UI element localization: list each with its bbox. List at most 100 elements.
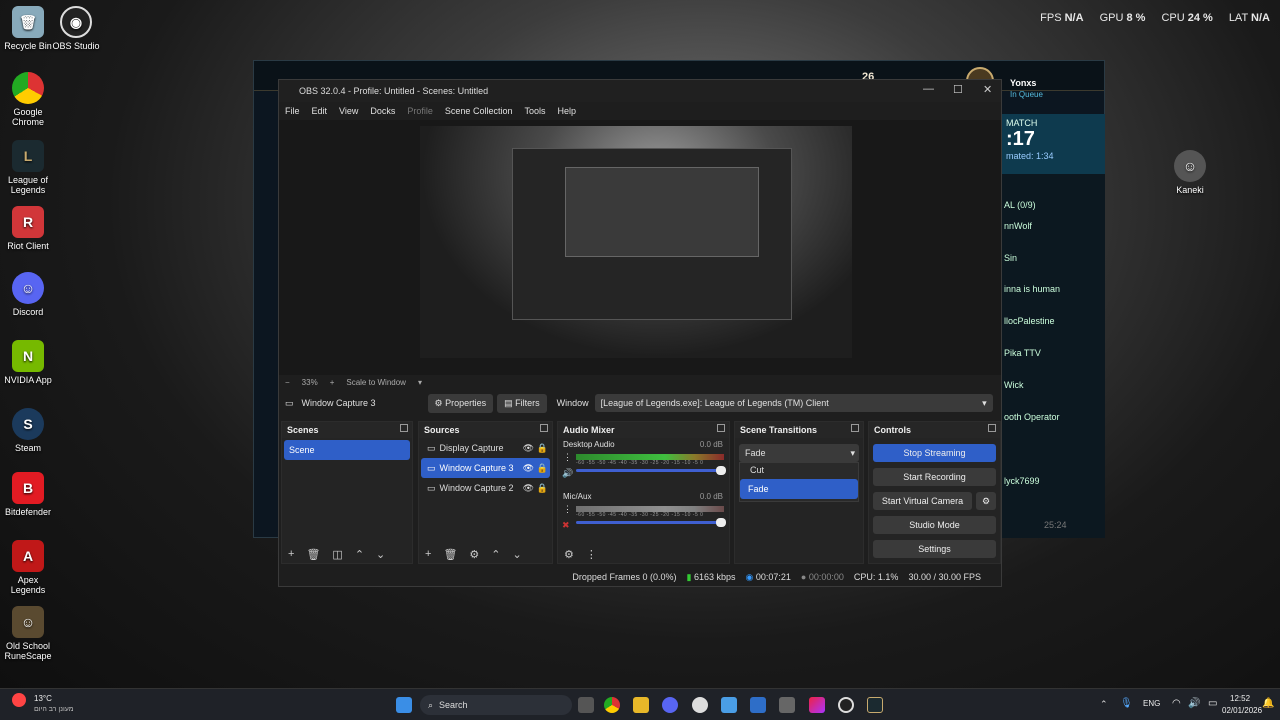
chevron-up-icon[interactable]: ⌃ [1100, 699, 1108, 710]
preview-area[interactable] [279, 120, 1001, 375]
speaker-icon[interactable]: 🔊 [562, 468, 573, 479]
friend-item[interactable]: Pika TTV [1004, 348, 1041, 358]
start-icon[interactable] [396, 697, 412, 713]
settings-button[interactable]: Settings [873, 540, 996, 558]
stop-streaming-button[interactable]: Stop Streaming [873, 444, 996, 462]
gear-icon[interactable]: ⚙ [469, 548, 479, 561]
desktop-icon-runescape[interactable]: ☺ Old School RuneScape [0, 606, 56, 661]
friend-item[interactable]: nnWolf [1004, 221, 1032, 231]
friend-item[interactable]: inna is human [1004, 284, 1060, 294]
studio-mode-button[interactable]: Studio Mode [873, 516, 996, 534]
scale-mode[interactable]: Scale to Window [346, 378, 406, 387]
menu-help[interactable]: Help [557, 106, 576, 116]
mic-icon[interactable]: 🎙 [1120, 698, 1133, 709]
transition-select[interactable]: Fade ▾ [739, 444, 859, 462]
source-item[interactable]: ▭ Display Capture 👁 🔒 [419, 438, 552, 458]
friend-item[interactable]: ooth Operator [1004, 412, 1060, 422]
menu-profile[interactable]: Profile [407, 106, 433, 116]
menu-docks[interactable]: Docks [370, 106, 395, 116]
desktop-icon-steam[interactable]: S Steam [0, 408, 56, 453]
muted-mic-icon[interactable]: ✖ [562, 520, 570, 531]
weather-icon[interactable] [12, 693, 26, 707]
eye-icon[interactable]: 👁 [523, 443, 534, 454]
undock-icon[interactable] [400, 424, 408, 432]
volume-icon[interactable]: 🔊 [1188, 698, 1200, 709]
zoom-in-icon[interactable]: + [330, 378, 335, 387]
source-item[interactable]: ▭ Window Capture 3 👁 🔒 [421, 458, 550, 478]
friend-item[interactable]: lyck7699 [1004, 476, 1040, 486]
add-icon[interactable]: + [425, 548, 431, 560]
eye-icon[interactable]: 👁 [523, 463, 534, 474]
menu-file[interactable]: File [285, 106, 300, 116]
volume-slider[interactable] [576, 518, 726, 527]
desktop-icon-riot[interactable]: R Riot Client [0, 206, 56, 251]
desktop-icon-chrome[interactable]: Google Chrome [0, 72, 56, 127]
league-taskbar-icon[interactable] [867, 697, 883, 713]
gear-icon[interactable]: ⚙ [976, 492, 996, 510]
down-icon[interactable]: ⌄ [513, 548, 522, 561]
undock-icon[interactable] [988, 424, 996, 432]
minimize-icon[interactable]: — [923, 83, 934, 95]
lock-icon[interactable]: 🔒 [537, 443, 548, 454]
desktop-icon-league[interactable]: L League of Legends [0, 140, 56, 195]
battery-icon[interactable]: ▭ [1208, 698, 1217, 709]
chatgpt-icon[interactable] [692, 697, 708, 713]
kebab-icon[interactable]: ⋮ [563, 504, 572, 515]
volume-slider[interactable] [576, 466, 726, 475]
chrome-taskbar-icon[interactable] [604, 697, 620, 713]
undock-icon[interactable] [851, 424, 859, 432]
filters-button[interactable]: ▤ Filters [497, 393, 547, 413]
copilot-icon[interactable] [809, 697, 825, 713]
up-icon[interactable]: ⌃ [355, 548, 364, 561]
notification-icon[interactable]: 🔔 [1262, 698, 1274, 709]
filter-icon[interactable]: ◫ [332, 548, 342, 561]
transition-option[interactable]: Cut [740, 463, 858, 477]
obs-titlebar[interactable]: OBS 32.0.4 - Profile: Untitled - Scenes:… [279, 80, 1001, 102]
desktop-icon-nvidia[interactable]: N NVIDIA App [0, 340, 56, 385]
up-icon[interactable]: ⌃ [491, 548, 500, 561]
desktop-icon-discord[interactable]: ☺ Discord [0, 272, 56, 317]
start-recording-button[interactable]: Start Recording [873, 468, 996, 486]
menu-view[interactable]: View [339, 106, 358, 116]
desktop-icon-kaneki[interactable]: ☺ Kaneki [1162, 150, 1218, 195]
trash-icon[interactable]: 🗑 [443, 548, 457, 561]
source-item[interactable]: ▭ Window Capture 2 👁 🔒 [419, 478, 552, 498]
desktop-icon-obs[interactable]: ◉ OBS Studio [48, 6, 104, 51]
undock-icon[interactable] [540, 424, 548, 432]
eye-icon[interactable]: 👁 [523, 483, 534, 494]
close-icon[interactable]: ✕ [983, 83, 992, 96]
task-view-icon[interactable] [578, 697, 594, 713]
window-select[interactable]: [League of Legends.exe]: League of Legen… [594, 394, 993, 412]
slider-handle[interactable] [716, 466, 726, 475]
notepad-icon[interactable] [721, 697, 737, 713]
zoom-out-icon[interactable]: − [285, 378, 290, 387]
undock-icon[interactable] [717, 424, 725, 432]
chevron-down-icon[interactable]: ▾ [418, 378, 422, 387]
kebab-icon[interactable]: ⋮ [563, 452, 572, 463]
slider-handle[interactable] [716, 518, 726, 527]
obs-taskbar-icon[interactable] [838, 697, 854, 713]
transition-option[interactable]: Fade [740, 479, 858, 499]
maximize-icon[interactable]: ☐ [953, 83, 963, 96]
language-indicator[interactable]: ENG [1143, 699, 1160, 708]
desktop-icon-apex[interactable]: A Apex Legends [0, 540, 56, 595]
menu-tools[interactable]: Tools [524, 106, 545, 116]
search-box[interactable]: ⌕ Search [420, 695, 572, 715]
properties-button[interactable]: ⚙ Properties [427, 393, 494, 413]
desktop-icon-bitdefender[interactable]: B Bitdefender [0, 472, 56, 517]
add-icon[interactable]: + [288, 548, 294, 560]
lock-icon[interactable]: 🔒 [537, 483, 548, 494]
down-icon[interactable]: ⌄ [376, 548, 385, 561]
trash-icon[interactable]: 🗑 [306, 548, 320, 561]
advanced-audio-icon[interactable]: ⚙ [564, 548, 574, 561]
lock-icon[interactable]: 🔒 [537, 463, 548, 474]
store-icon[interactable] [779, 697, 795, 713]
wifi-icon[interactable]: ◠ [1172, 698, 1181, 709]
friend-item[interactable]: Wick [1004, 380, 1024, 390]
outlook-icon[interactable] [750, 697, 766, 713]
discord-taskbar-icon[interactable] [662, 697, 678, 713]
scene-item[interactable]: Scene [284, 440, 410, 460]
kebab-icon[interactable]: ⋮ [586, 548, 597, 561]
friend-item[interactable]: Sin [1004, 253, 1017, 263]
file-explorer-icon[interactable] [633, 697, 649, 713]
